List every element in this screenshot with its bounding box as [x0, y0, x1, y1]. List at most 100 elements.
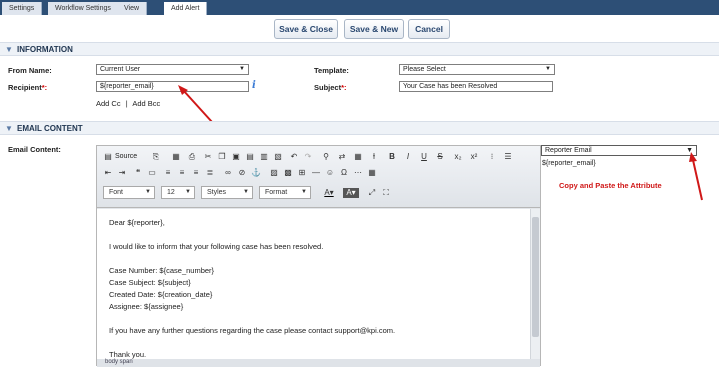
tab-settings[interactable]: Settings: [2, 2, 43, 15]
recipient-label: Recipient*:: [8, 83, 48, 92]
dropdown-arrow-icon: ▼: [243, 189, 249, 195]
format-combo[interactable]: Format ▼: [259, 186, 311, 199]
find-icon[interactable]: ⚲: [321, 152, 331, 162]
cut-icon[interactable]: ✂: [203, 152, 213, 162]
tab-workflow-settings[interactable]: Workflow Settings: [48, 2, 119, 15]
email-content-label: Email Content:: [8, 145, 61, 154]
content-line: Thank you.: [109, 350, 147, 359]
indent-icon[interactable]: ⇥: [117, 168, 127, 178]
info-icon[interactable]: i: [252, 80, 256, 91]
annotation-text: Copy and Paste the Attribute: [559, 181, 662, 190]
section-title: EMAIL CONTENT: [17, 124, 83, 133]
dropdown-arrow-icon: ▼: [239, 66, 245, 72]
subject-input[interactable]: Your Case has been Resolved: [399, 81, 553, 92]
dropdown-arrow-icon: ▼: [301, 189, 307, 195]
section-title: INFORMATION: [17, 45, 73, 54]
from-name-label: From Name:: [8, 66, 52, 75]
chevron-down-icon[interactable]: ▼: [5, 124, 13, 133]
align-center-icon[interactable]: ≡: [177, 168, 187, 178]
cc-links: Add Cc | Add Bcc: [96, 99, 161, 108]
content-line: Assignee: ${assignee}: [109, 302, 184, 311]
align-left-icon[interactable]: ≡: [163, 168, 173, 178]
page-break-icon[interactable]: ⋯: [353, 168, 363, 178]
editor-content[interactable]: Dear ${reporter}, I would like to inform…: [97, 209, 530, 359]
flash-icon[interactable]: ▩: [283, 168, 293, 178]
dropdown-arrow-icon: ▼: [185, 189, 191, 195]
content-line: Case Number: ${case_number}: [109, 266, 215, 275]
align-right-icon[interactable]: ≡: [191, 168, 201, 178]
red-arrow: [689, 152, 703, 201]
template-label: Template:: [314, 66, 349, 75]
subscript-icon[interactable]: x₂: [453, 152, 463, 162]
cancel-button[interactable]: Cancel: [408, 19, 450, 39]
from-name-select[interactable]: Current User ▼: [96, 64, 249, 75]
redo-icon[interactable]: ↷: [303, 152, 313, 162]
preview-icon[interactable]: ⎘: [151, 152, 161, 162]
background-color-icon[interactable]: A▾: [343, 188, 359, 198]
select-all-icon[interactable]: ▦: [353, 152, 363, 162]
tab-view[interactable]: View: [117, 2, 148, 15]
bullet-list-icon[interactable]: ☰: [503, 152, 513, 162]
attribute-value[interactable]: ${reporter_email}: [542, 160, 596, 167]
iframe-icon[interactable]: ▦: [367, 168, 377, 178]
content-line: I would like to inform that your followi…: [109, 242, 324, 251]
save-new-button[interactable]: Save & New: [344, 19, 404, 39]
image-icon[interactable]: ▨: [269, 168, 279, 178]
attribute-select[interactable]: Reporter Email ▼: [541, 145, 697, 156]
content-line: Case Subject: ${subject}: [109, 278, 191, 287]
show-blocks-icon[interactable]: ⛶: [381, 188, 391, 198]
numbered-list-icon[interactable]: ⁝: [487, 152, 497, 162]
div-icon[interactable]: ▭: [147, 168, 157, 178]
font-size-combo[interactable]: 12 ▼: [161, 186, 195, 199]
paste-special-icon[interactable]: ▧: [273, 152, 283, 162]
special-char-icon[interactable]: Ω: [339, 168, 349, 178]
print-icon[interactable]: ⎙: [187, 152, 197, 162]
italic-icon[interactable]: I: [403, 152, 413, 162]
unlink-icon[interactable]: ⊘: [237, 168, 247, 178]
table-icon[interactable]: ⊞: [297, 168, 307, 178]
justify-icon[interactable]: ≣: [205, 168, 215, 178]
source-button[interactable]: Source: [115, 153, 137, 160]
information-section-header[interactable]: ▼ INFORMATION: [0, 42, 719, 56]
undo-icon[interactable]: ↶: [289, 152, 299, 162]
remove-format-icon[interactable]: Ɨ: [369, 152, 379, 162]
save-close-button[interactable]: Save & Close: [274, 19, 338, 39]
maximize-icon[interactable]: ⤢: [367, 188, 377, 198]
email-content-section-header[interactable]: ▼ EMAIL CONTENT: [0, 121, 719, 135]
source-icon[interactable]: ▤: [103, 152, 113, 162]
outdent-icon[interactable]: ⇤: [103, 168, 113, 178]
editor-toolbar: ▤ Source ⎘ ▦ ⎙ ✂ ❐ ▣ ▤ ▥ ▧ ↶ ↷ ⚲ ⇄ ▦ Ɨ B…: [97, 146, 540, 208]
chevron-down-icon[interactable]: ▼: [5, 45, 13, 54]
subject-label: Subject*:: [314, 83, 347, 92]
content-line: If you have any further questions regard…: [109, 326, 396, 335]
underline-icon[interactable]: U: [419, 152, 429, 162]
anchor-icon[interactable]: ⚓: [251, 168, 261, 178]
paste-icon[interactable]: ▣: [231, 152, 241, 162]
link-icon[interactable]: ∞: [223, 168, 233, 178]
dropdown-arrow-icon: ▼: [545, 66, 551, 72]
smiley-icon[interactable]: ☺: [325, 168, 335, 178]
text-color-icon[interactable]: A▾: [321, 188, 337, 198]
copy-icon[interactable]: ❐: [217, 152, 227, 162]
tab-bar: Settings Workflow Settings View Add Aler…: [0, 0, 719, 15]
paste-text-icon[interactable]: ▤: [245, 152, 255, 162]
add-cc-link[interactable]: Add Cc: [96, 99, 121, 108]
bold-icon[interactable]: B: [387, 152, 397, 162]
superscript-icon[interactable]: x²: [469, 152, 479, 162]
editor-scrollbar[interactable]: [530, 209, 540, 359]
paste-word-icon[interactable]: ▥: [259, 152, 269, 162]
replace-icon[interactable]: ⇄: [337, 152, 347, 162]
blockquote-icon[interactable]: ❝: [133, 168, 143, 178]
content-line: Created Date: ${creation_date}: [109, 290, 213, 299]
document-icon[interactable]: ▦: [171, 152, 181, 162]
red-arrow: [178, 85, 213, 123]
scrollbar-thumb[interactable]: [532, 217, 539, 337]
add-bcc-link[interactable]: Add Bcc: [132, 99, 160, 108]
styles-combo[interactable]: Styles ▼: [201, 186, 253, 199]
rich-text-editor[interactable]: ▤ Source ⎘ ▦ ⎙ ✂ ❐ ▣ ▤ ▥ ▧ ↶ ↷ ⚲ ⇄ ▦ Ɨ B…: [96, 145, 541, 367]
strike-icon[interactable]: S: [435, 152, 445, 162]
tab-add-alert[interactable]: Add Alert: [164, 2, 208, 15]
template-select[interactable]: Please Select ▼: [399, 64, 555, 75]
font-combo[interactable]: Font ▼: [103, 186, 155, 199]
horizontal-rule-icon[interactable]: ―: [311, 168, 321, 178]
